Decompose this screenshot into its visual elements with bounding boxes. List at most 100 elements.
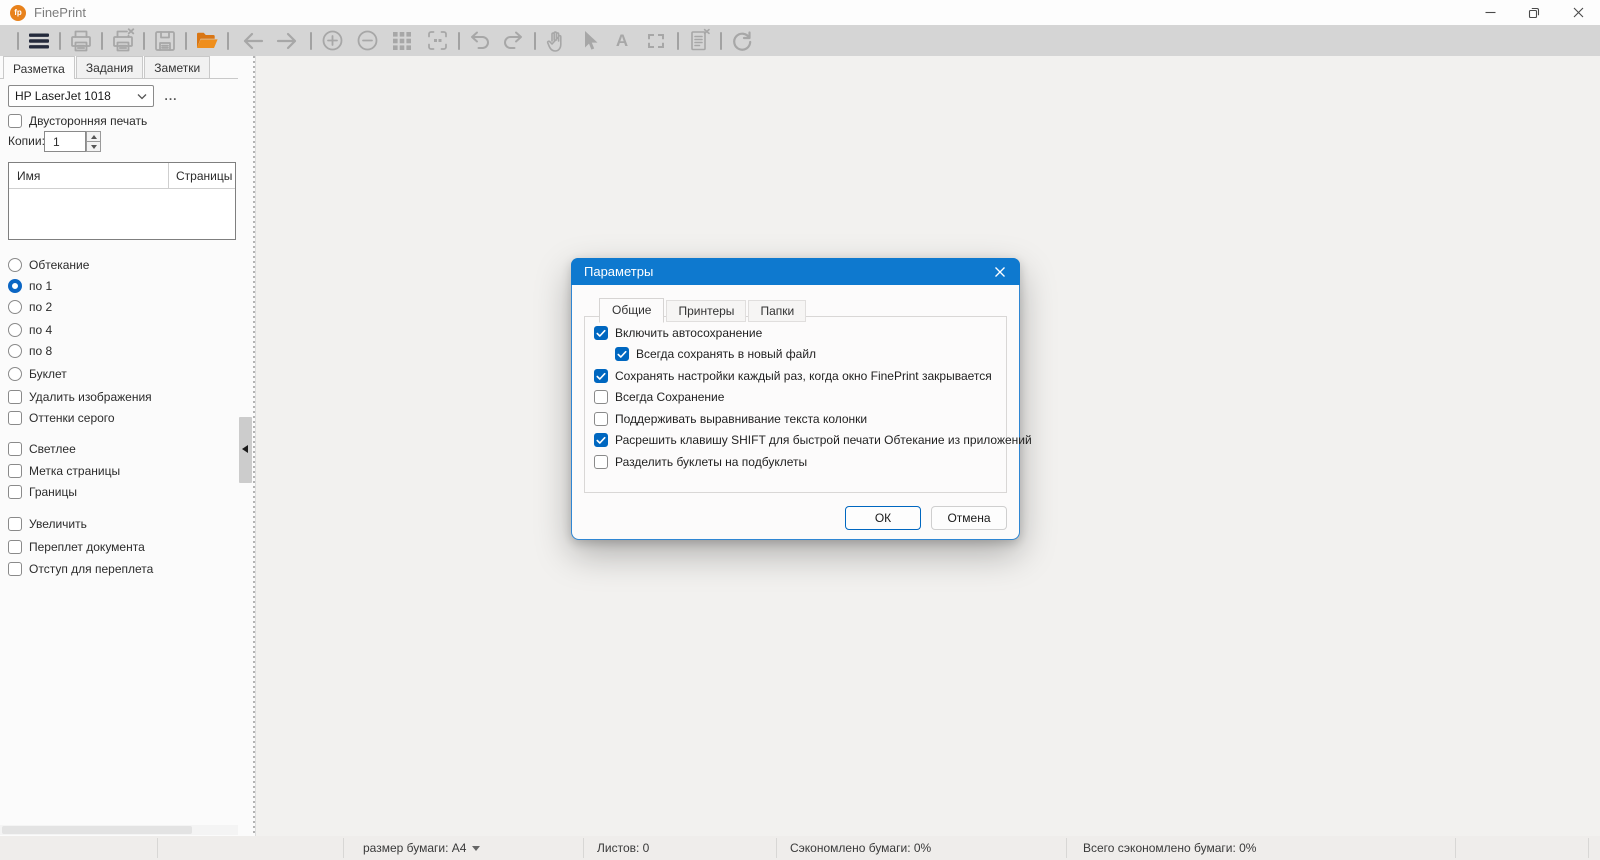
option-row-binding-margin[interactable]: Отступ для переплета [8, 561, 153, 576]
minimize-button[interactable] [1468, 0, 1512, 25]
copies-decrement-button[interactable] [86, 142, 101, 152]
borders-checkbox[interactable] [8, 484, 22, 499]
zoom-in-icon[interactable] [317, 28, 347, 54]
radio-row-wrap[interactable]: Обтекание [8, 257, 89, 272]
always-save-row[interactable]: Всегда Сохранение [594, 389, 724, 405]
always-save-checkbox[interactable] [594, 390, 608, 404]
ok-button[interactable]: ОК [845, 506, 921, 530]
zoom-out-icon[interactable] [352, 28, 382, 54]
marquee-select-icon[interactable] [641, 28, 671, 54]
tab-notes[interactable]: Заметки [144, 56, 211, 78]
option-row-enlarge[interactable]: Увеличить [8, 516, 87, 531]
nav-forward-icon[interactable] [272, 28, 302, 54]
save-icon[interactable] [150, 28, 180, 54]
split-booklets-row[interactable]: Разделить буклеты на подбуклеты [594, 454, 807, 470]
toolbar-separator [534, 31, 536, 50]
save-new-file-checkbox[interactable] [615, 347, 629, 361]
fineprint-window: fp FinePrint A Разметка Задания Заметки … [0, 0, 1600, 860]
enlarge-checkbox[interactable] [8, 516, 22, 531]
column-alignment-checkbox[interactable] [594, 412, 608, 426]
option-label: Всегда сохранять в новый файл [636, 347, 817, 361]
status-bar: размер бумаги: A4 Листов: 0 Сэкономлено … [0, 836, 1600, 860]
shift-key-checkbox[interactable] [594, 433, 608, 447]
radio-1up[interactable] [8, 278, 22, 293]
copies-label: Копии: [8, 134, 45, 148]
toolbar-separator [720, 31, 722, 50]
tab-layout[interactable]: Разметка [3, 56, 75, 79]
cancel-button[interactable]: Отмена [931, 506, 1007, 530]
fit-page-icon[interactable] [422, 28, 452, 54]
option-row-document-binding[interactable]: Переплет документа [8, 539, 145, 554]
panel-horizontal-scrollbar[interactable] [0, 825, 238, 835]
option-row-borders[interactable]: Границы [8, 484, 77, 499]
redo-icon[interactable] [498, 28, 528, 54]
radio-label: Обтекание [29, 257, 90, 272]
print-icon[interactable] [66, 28, 96, 54]
document-binding-checkbox[interactable] [8, 539, 22, 554]
restore-button[interactable] [1512, 0, 1556, 25]
dialog-close-button[interactable] [990, 262, 1010, 282]
radio-2up[interactable] [8, 299, 22, 314]
save-settings-on-close-checkbox[interactable] [594, 369, 608, 383]
duplex-checkbox-row[interactable]: Двусторонняя печать [8, 113, 147, 128]
radio-8up[interactable] [8, 343, 22, 358]
tab-jobs[interactable]: Задания [75, 56, 144, 78]
text-tool-icon[interactable]: A [607, 28, 637, 54]
autosave-row[interactable]: Включить автосохранение [594, 325, 762, 341]
radio-wrap[interactable] [8, 257, 22, 272]
nav-back-icon[interactable] [238, 28, 268, 54]
copies-increment-button[interactable] [86, 131, 101, 142]
duplex-checkbox[interactable] [8, 113, 22, 128]
binding-margin-checkbox[interactable] [8, 561, 22, 576]
dialog-tab-page: Включить автосохранение Всегда сохранять… [584, 316, 1032, 493]
grid-layout-icon[interactable] [387, 28, 417, 54]
paper-size-dropdown[interactable]: размер бумаги: A4 [363, 836, 481, 860]
printer-select[interactable]: HP LaserJet 1018 [8, 85, 154, 107]
panel-collapse-handle[interactable] [239, 417, 252, 483]
column-pages[interactable]: Страницы [169, 169, 232, 183]
shift-key-row[interactable]: Расрешить клавишу SHIFT для быстрой печа… [594, 432, 1032, 448]
remove-images-checkbox[interactable] [8, 389, 22, 404]
dialog-tab-folders[interactable]: Папки [748, 300, 807, 322]
radio-row-4up[interactable]: по 4 [8, 322, 52, 337]
radio-row-booklet[interactable]: Буклет [8, 366, 67, 381]
option-row-page-stamp[interactable]: Метка страницы [8, 463, 120, 478]
delete-job-icon[interactable] [108, 27, 138, 54]
copies-input[interactable]: 1 [44, 131, 86, 152]
printer-more-button[interactable]: ... [160, 85, 182, 107]
hand-pan-icon[interactable] [541, 28, 571, 54]
grayscale-checkbox[interactable] [8, 410, 22, 425]
undo-icon[interactable] [465, 28, 495, 54]
menu-icon[interactable] [24, 28, 54, 54]
open-folder-icon[interactable] [192, 28, 222, 54]
notes-icon[interactable] [684, 28, 714, 54]
toolbar-separator [17, 31, 19, 50]
radio-row-1up[interactable]: по 1 [8, 278, 52, 293]
radio-row-8up[interactable]: по 8 [8, 343, 52, 358]
jobs-list[interactable]: Имя Страницы [8, 162, 236, 240]
radio-4up[interactable] [8, 322, 22, 337]
split-booklets-checkbox[interactable] [594, 455, 608, 469]
page-stamp-checkbox[interactable] [8, 463, 22, 478]
radio-row-2up[interactable]: по 2 [8, 299, 52, 314]
radio-booklet[interactable] [8, 366, 22, 381]
option-label: Разделить буклеты на подбуклеты [615, 455, 808, 469]
option-row-lighter[interactable]: Светлее [8, 441, 76, 456]
horizontal-scroll-thumb[interactable] [2, 826, 192, 834]
save-new-file-row[interactable]: Всегда сохранять в новый файл [615, 346, 816, 362]
column-name[interactable]: Имя [9, 163, 169, 188]
autosave-checkbox[interactable] [594, 326, 608, 340]
close-button[interactable] [1556, 0, 1600, 25]
cursor-select-icon[interactable] [574, 28, 604, 54]
dialog-tab-general[interactable]: Общие [599, 298, 665, 323]
check-icon [596, 436, 606, 444]
lighter-checkbox[interactable] [8, 441, 22, 456]
option-row-remove-images[interactable]: Удалить изображения [8, 389, 152, 404]
refresh-icon[interactable] [727, 28, 757, 54]
option-row-grayscale[interactable]: Оттенки серого [8, 410, 115, 425]
dialog-tab-printers[interactable]: Принтеры [666, 300, 747, 322]
column-alignment-row[interactable]: Поддерживать выравнивание текста колонки [594, 411, 867, 427]
status-divider [1066, 838, 1067, 858]
window-controls [1468, 0, 1600, 25]
save-settings-on-close-row[interactable]: Сохранять настройки каждый раз, когда ок… [594, 368, 992, 384]
